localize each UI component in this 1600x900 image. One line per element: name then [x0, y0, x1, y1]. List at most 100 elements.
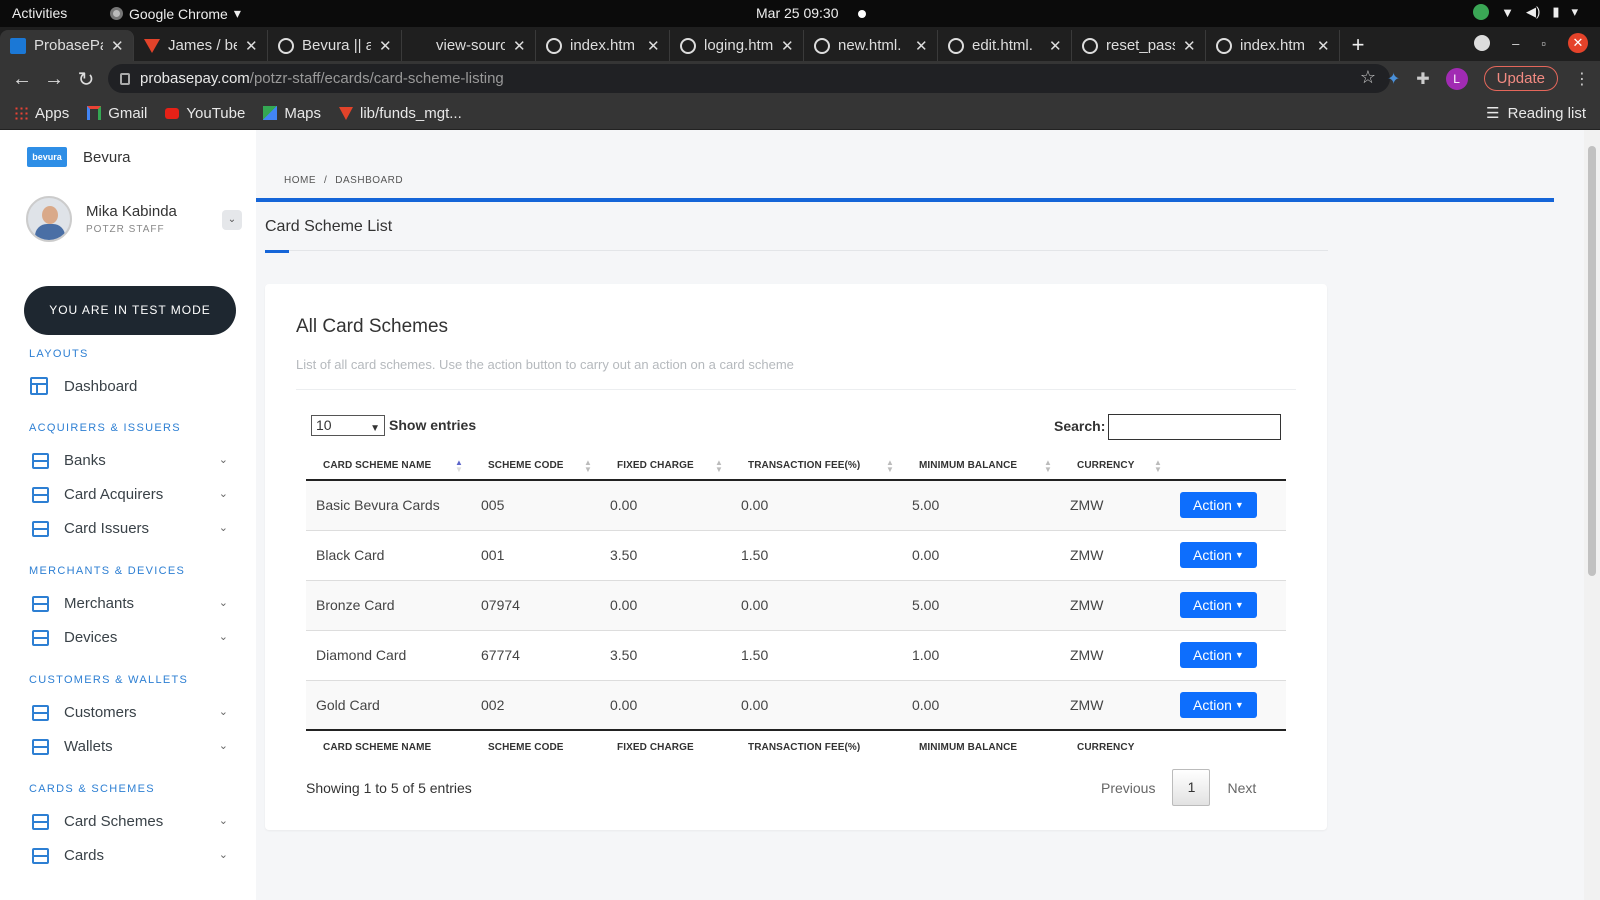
entries-length-select[interactable]: 10 ▼: [311, 415, 385, 436]
action-button[interactable]: Action ▼: [1180, 492, 1257, 519]
reload-button[interactable]: ↻: [70, 67, 102, 92]
browser-tab[interactable]: loging.htm ✕: [670, 30, 804, 61]
column-header-fixed-charge[interactable]: FIXED CHARGE ▲ ▼: [600, 452, 731, 481]
new-tab-button[interactable]: +: [1340, 30, 1376, 61]
forward-button[interactable]: →: [38, 68, 70, 91]
page-button-current[interactable]: 1: [1172, 769, 1211, 806]
column-header-code[interactable]: SCHEME CODE ▲ ▼: [471, 452, 600, 481]
test-mode-badge[interactable]: YOU ARE IN TEST MODE: [24, 286, 236, 335]
puzzle-icon[interactable]: ✚: [1416, 69, 1429, 89]
sort-icon: ▲ ▼: [1043, 458, 1052, 474]
app-menu[interactable]: Google Chrome ▾: [110, 5, 241, 22]
action-button[interactable]: Action ▼: [1180, 691, 1257, 718]
sidebar-item-label: Card Issuers: [64, 519, 150, 537]
update-button[interactable]: Update: [1483, 66, 1558, 91]
browser-tab[interactable]: edit.html. ✕: [938, 30, 1072, 61]
previous-page-button[interactable]: Previous: [1101, 780, 1155, 796]
close-icon[interactable]: ✕: [111, 37, 125, 55]
clock[interactable]: Mar 25 09:30: [756, 5, 839, 21]
bookmark-maps[interactable]: Maps: [263, 105, 321, 122]
back-button[interactable]: ←: [6, 68, 38, 91]
cell-fixed-charge: 3.50: [600, 629, 731, 680]
table-footer-row: CARD SCHEME NAME SCHEME CODE FIXED CHARG…: [306, 729, 1286, 764]
kebab-menu-icon[interactable]: ⋮: [1574, 69, 1590, 89]
close-icon[interactable]: ✕: [647, 37, 661, 55]
breadcrumb-current[interactable]: DASHBOARD: [335, 175, 403, 186]
extension-icon[interactable]: ✦: [1387, 69, 1400, 89]
maximize-button[interactable]: ▫: [1541, 36, 1546, 51]
brand[interactable]: bevura Bevura: [27, 147, 131, 167]
sidebar-item-dashboard[interactable]: Dashboard: [30, 371, 236, 401]
chevron-down-icon: ▼: [370, 423, 380, 434]
page-scrollbar[interactable]: [1584, 130, 1600, 900]
sidebar-item-card-schemes[interactable]: Card Schemes ⌄: [30, 806, 236, 836]
profile-avatar[interactable]: L: [1445, 67, 1468, 90]
breadcrumb-home[interactable]: HOME: [284, 175, 316, 186]
layers-icon: [30, 485, 48, 503]
search-input[interactable]: [1108, 414, 1281, 440]
column-header-minimum-balance[interactable]: MINIMUM BALANCE ▲ ▼: [902, 452, 1060, 481]
close-icon[interactable]: ✕: [1049, 37, 1063, 55]
browser-tab[interactable]: index.htm ✕: [1206, 30, 1340, 61]
sidebar-item-banks[interactable]: Banks ⌄: [30, 445, 236, 475]
url-path: /potzr-staff/ecards/card-scheme-listing: [249, 70, 504, 87]
gmail-icon: [87, 106, 102, 120]
reading-list-button[interactable]: ☰ Reading list: [1486, 104, 1586, 123]
sidebar-item-cards[interactable]: Cards ⌄: [30, 840, 236, 870]
browser-tab[interactable]: index.htm ✕: [536, 30, 670, 61]
browser-tab[interactable]: reset_pass ✕: [1072, 30, 1206, 61]
action-button[interactable]: Action ▼: [1180, 642, 1257, 668]
globe-icon: [814, 37, 830, 54]
sidebar-item-customers[interactable]: Customers ⌄: [30, 697, 236, 727]
cell-code: 67774: [471, 629, 600, 680]
bookmark-funds-mgt[interactable]: lib/funds_mgt...: [339, 105, 462, 122]
tab-search-icon[interactable]: [1474, 35, 1491, 51]
pagination: Previous 1 Next: [1101, 769, 1256, 806]
close-icon[interactable]: ✕: [245, 37, 259, 55]
sidebar-item-card-issuers[interactable]: Card Issuers ⌄: [30, 513, 236, 543]
bevura-logo: bevura: [27, 147, 67, 167]
sidebar-item-devices[interactable]: Devices ⌄: [30, 622, 236, 652]
column-header-name[interactable]: CARD SCHEME NAME ▲ ▼: [306, 452, 471, 481]
browser-tab[interactable]: James / be ✕: [134, 30, 268, 61]
column-header-transaction-fee[interactable]: TRANSACTION FEE(%) ▲ ▼: [731, 452, 902, 481]
sidebar-item-merchants[interactable]: Merchants ⌄: [30, 588, 236, 618]
close-icon[interactable]: ✕: [513, 37, 527, 55]
cell-currency: ZMW: [1060, 529, 1170, 580]
close-icon[interactable]: ✕: [1183, 37, 1197, 55]
action-button[interactable]: Action ▼: [1180, 542, 1257, 568]
scrollbar-thumb[interactable]: [1588, 146, 1596, 576]
bookmark-gmail[interactable]: Gmail: [87, 105, 147, 122]
divider: [296, 389, 1296, 390]
user-menu-chevron-icon[interactable]: ⌄: [222, 210, 242, 230]
sidebar-item-card-acquirers[interactable]: Card Acquirers ⌄: [30, 479, 236, 509]
minimize-button[interactable]: –: [1512, 36, 1519, 51]
avatar[interactable]: [26, 196, 72, 242]
cell-name: Black Card: [306, 529, 471, 580]
browser-tab[interactable]: Bevura || a ✕: [268, 30, 402, 61]
caret-down-icon: ▼: [1234, 650, 1244, 660]
address-bar[interactable]: probasepay.com/potzr-staff/ecards/card-s…: [108, 64, 1390, 93]
close-icon[interactable]: ✕: [1317, 37, 1331, 55]
bookmark-youtube[interactable]: YouTube: [165, 105, 245, 122]
action-button[interactable]: Action ▼: [1180, 592, 1257, 618]
card-schemes-card: All Card Schemes List of all card scheme…: [265, 284, 1327, 830]
bookmark-apps[interactable]: Apps: [14, 105, 69, 122]
sidebar-item-wallets[interactable]: Wallets ⌄: [30, 731, 236, 761]
browser-tab[interactable]: ProbasePa ✕: [0, 30, 134, 61]
tab-title: Bevura || a: [302, 37, 371, 54]
browser-tab[interactable]: view-sourc ✕: [402, 30, 536, 61]
close-window-button[interactable]: ✕: [1568, 33, 1588, 53]
breadcrumb: HOME / DASHBOARD: [284, 175, 403, 186]
activities-button[interactable]: Activities: [12, 5, 67, 21]
close-icon[interactable]: ✕: [915, 37, 929, 55]
cell-code: 002: [471, 679, 600, 730]
next-page-button[interactable]: Next: [1227, 780, 1256, 796]
close-icon[interactable]: ✕: [781, 37, 795, 55]
bookmark-star-icon[interactable]: ☆: [1360, 67, 1376, 88]
column-header-currency[interactable]: CURRENCY ▲ ▼: [1060, 452, 1170, 481]
system-tray[interactable]: ▼ ◀) ▮ ▾: [1473, 4, 1578, 20]
url-host: probasepay.com: [140, 70, 250, 87]
browser-tab[interactable]: new.html. ✕: [804, 30, 938, 61]
close-icon[interactable]: ✕: [379, 37, 393, 55]
